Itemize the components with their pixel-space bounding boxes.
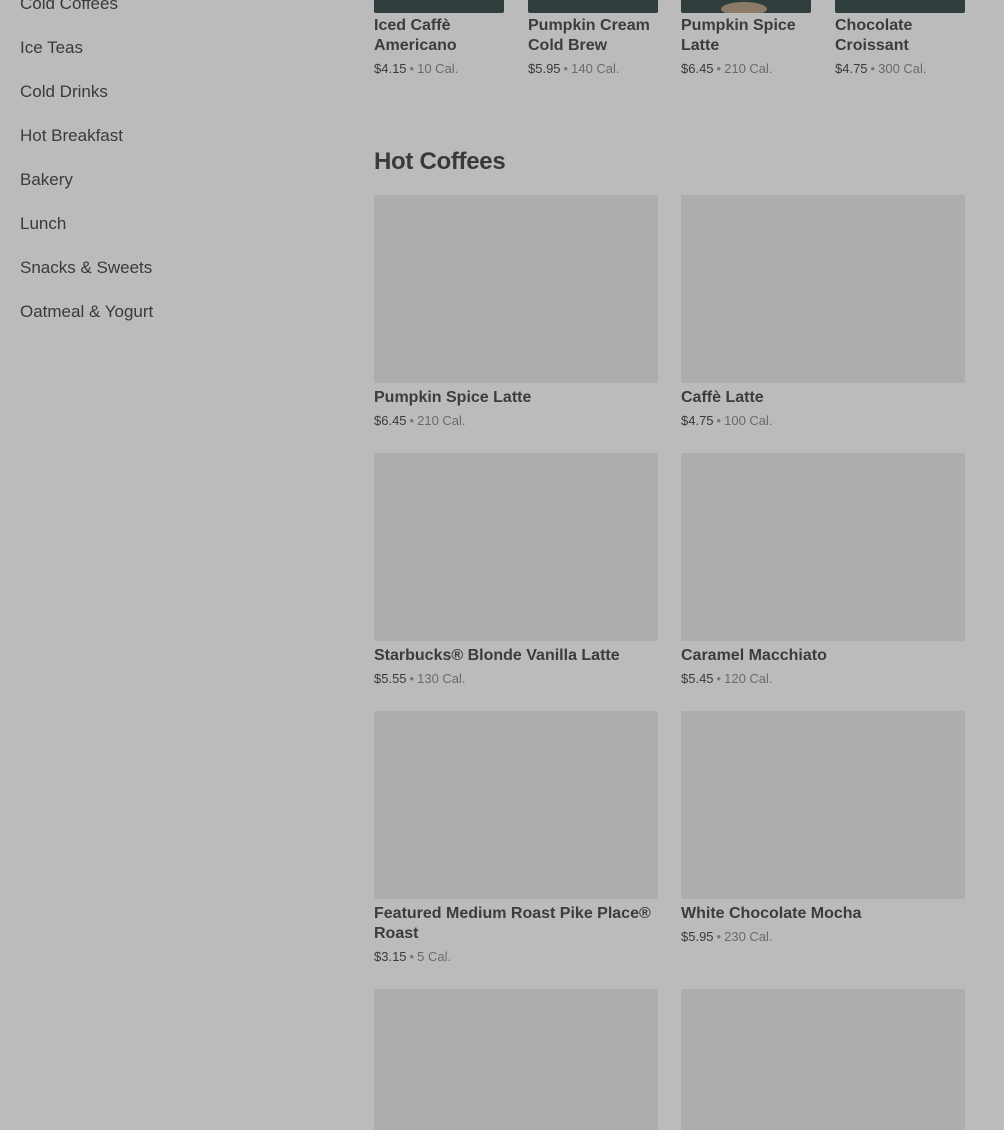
product-meta: $5.95 • 230 Cal. [681, 927, 965, 947]
product-name[interactable]: Iced Caffè Americano [374, 16, 504, 56]
product-meta: $5.55 • 130 Cal. [374, 669, 658, 689]
product-calories: 10 Cal. [417, 61, 459, 76]
sidebar-item-oatmeal-yogurt[interactable]: Oatmeal & Yogurt [20, 290, 320, 334]
featured-card-chocolate-croissant[interactable]: Chocolate Croissant $4.75 • 300 Cal. [835, 0, 965, 79]
meta-separator: • [716, 413, 722, 428]
sidebar-item-snacks-sweets[interactable]: Snacks & Sweets [20, 246, 320, 290]
meta-separator: • [409, 949, 415, 964]
sidebar-item-cold-drinks[interactable]: Cold Drinks [20, 70, 320, 114]
product-price: $5.95 [528, 61, 561, 76]
featured-card-iced-caffe-americano[interactable]: Iced Caffè Americano $4.15 • 10 Cal. [374, 0, 504, 79]
product-image[interactable] [374, 195, 658, 383]
product-image[interactable] [374, 711, 658, 899]
product-calories: 5 Cal. [417, 949, 452, 964]
product-calories: 140 Cal. [571, 61, 620, 76]
meta-separator: • [716, 929, 722, 944]
product-name[interactable]: Chocolate Croissant [835, 16, 965, 56]
product-meta: $4.75 • 300 Cal. [835, 59, 965, 79]
product-name[interactable]: Caffè Latte [681, 388, 965, 408]
product-price: $5.95 [681, 929, 714, 944]
product-calories: 120 Cal. [724, 671, 773, 686]
product-meta: $6.45 • 210 Cal. [374, 411, 658, 431]
product-price: $3.15 [374, 949, 407, 964]
product-image[interactable] [528, 0, 658, 13]
product-name[interactable]: Caramel Macchiato [681, 646, 965, 666]
product-image[interactable] [681, 989, 965, 1130]
product-card-pike-place-roast[interactable]: Featured Medium Roast Pike Place® Roast … [374, 711, 658, 967]
meta-separator: • [870, 61, 876, 76]
product-name[interactable]: Pumpkin Spice Latte [681, 16, 811, 56]
product-calories: 230 Cal. [724, 929, 773, 944]
product-card-partial[interactable] [374, 989, 658, 1130]
product-meta: $6.45 • 210 Cal. [681, 59, 811, 79]
section-title-hot-coffees: Hot Coffees [374, 148, 506, 175]
product-price: $4.75 [681, 413, 714, 428]
category-sidebar: Cold Coffees Ice Teas Cold Drinks Hot Br… [20, 0, 320, 334]
product-image[interactable] [374, 0, 504, 13]
product-card-caffe-latte[interactable]: Caffè Latte $4.75 • 100 Cal. [681, 195, 965, 431]
product-name[interactable]: Pumpkin Spice Latte [374, 388, 658, 408]
product-calories: 300 Cal. [878, 61, 927, 76]
meta-separator: • [409, 61, 415, 76]
product-meta: $4.75 • 100 Cal. [681, 411, 965, 431]
product-price: $5.45 [681, 671, 714, 686]
product-meta: $4.15 • 10 Cal. [374, 59, 504, 79]
product-calories: 210 Cal. [724, 61, 773, 76]
sidebar-item-hot-breakfast[interactable]: Hot Breakfast [20, 114, 320, 158]
product-name[interactable]: White Chocolate Mocha [681, 904, 965, 924]
sidebar-item-ice-teas[interactable]: Ice Teas [20, 26, 320, 70]
featured-card-pumpkin-cream-cold-brew[interactable]: Pumpkin Cream Cold Brew $5.95 • 140 Cal. [528, 0, 658, 79]
meta-separator: • [716, 61, 722, 76]
product-name[interactable]: Starbucks® Blonde Vanilla Latte [374, 646, 658, 666]
product-image[interactable] [374, 453, 658, 641]
product-meta: $5.45 • 120 Cal. [681, 669, 965, 689]
product-name[interactable]: Featured Medium Roast Pike Place® Roast [374, 904, 658, 944]
product-calories: 100 Cal. [724, 413, 773, 428]
meta-separator: • [716, 671, 722, 686]
product-meta: $3.15 • 5 Cal. [374, 947, 658, 967]
product-card-pumpkin-spice-latte[interactable]: Pumpkin Spice Latte $6.45 • 210 Cal. [374, 195, 658, 431]
product-calories: 130 Cal. [417, 671, 466, 686]
product-price: $6.45 [374, 413, 407, 428]
product-card-caramel-macchiato[interactable]: Caramel Macchiato $5.45 • 120 Cal. [681, 453, 965, 689]
featured-card-pumpkin-spice-latte[interactable]: Pumpkin Spice Latte $6.45 • 210 Cal. [681, 0, 811, 79]
meta-separator: • [409, 671, 415, 686]
sidebar-item-cold-coffees[interactable]: Cold Coffees [20, 0, 320, 26]
product-card-partial[interactable] [681, 989, 965, 1130]
product-image[interactable] [374, 989, 658, 1130]
product-image[interactable] [681, 0, 811, 13]
product-price: $4.75 [835, 61, 868, 76]
sidebar-item-bakery[interactable]: Bakery [20, 158, 320, 202]
product-image[interactable] [835, 0, 965, 13]
product-image[interactable] [681, 453, 965, 641]
product-card-blonde-vanilla-latte[interactable]: Starbucks® Blonde Vanilla Latte $5.55 • 13… [374, 453, 658, 689]
product-name[interactable]: Pumpkin Cream Cold Brew [528, 16, 658, 56]
product-price: $6.45 [681, 61, 714, 76]
sidebar-item-lunch[interactable]: Lunch [20, 202, 320, 246]
product-price: $5.55 [374, 671, 407, 686]
meta-separator: • [563, 61, 569, 76]
product-image[interactable] [681, 195, 965, 383]
product-price: $4.15 [374, 61, 407, 76]
product-card-white-chocolate-mocha[interactable]: White Chocolate Mocha $5.95 • 230 Cal. [681, 711, 965, 947]
product-calories: 210 Cal. [417, 413, 466, 428]
product-meta: $5.95 • 140 Cal. [528, 59, 658, 79]
meta-separator: • [409, 413, 415, 428]
product-image[interactable] [681, 711, 965, 899]
